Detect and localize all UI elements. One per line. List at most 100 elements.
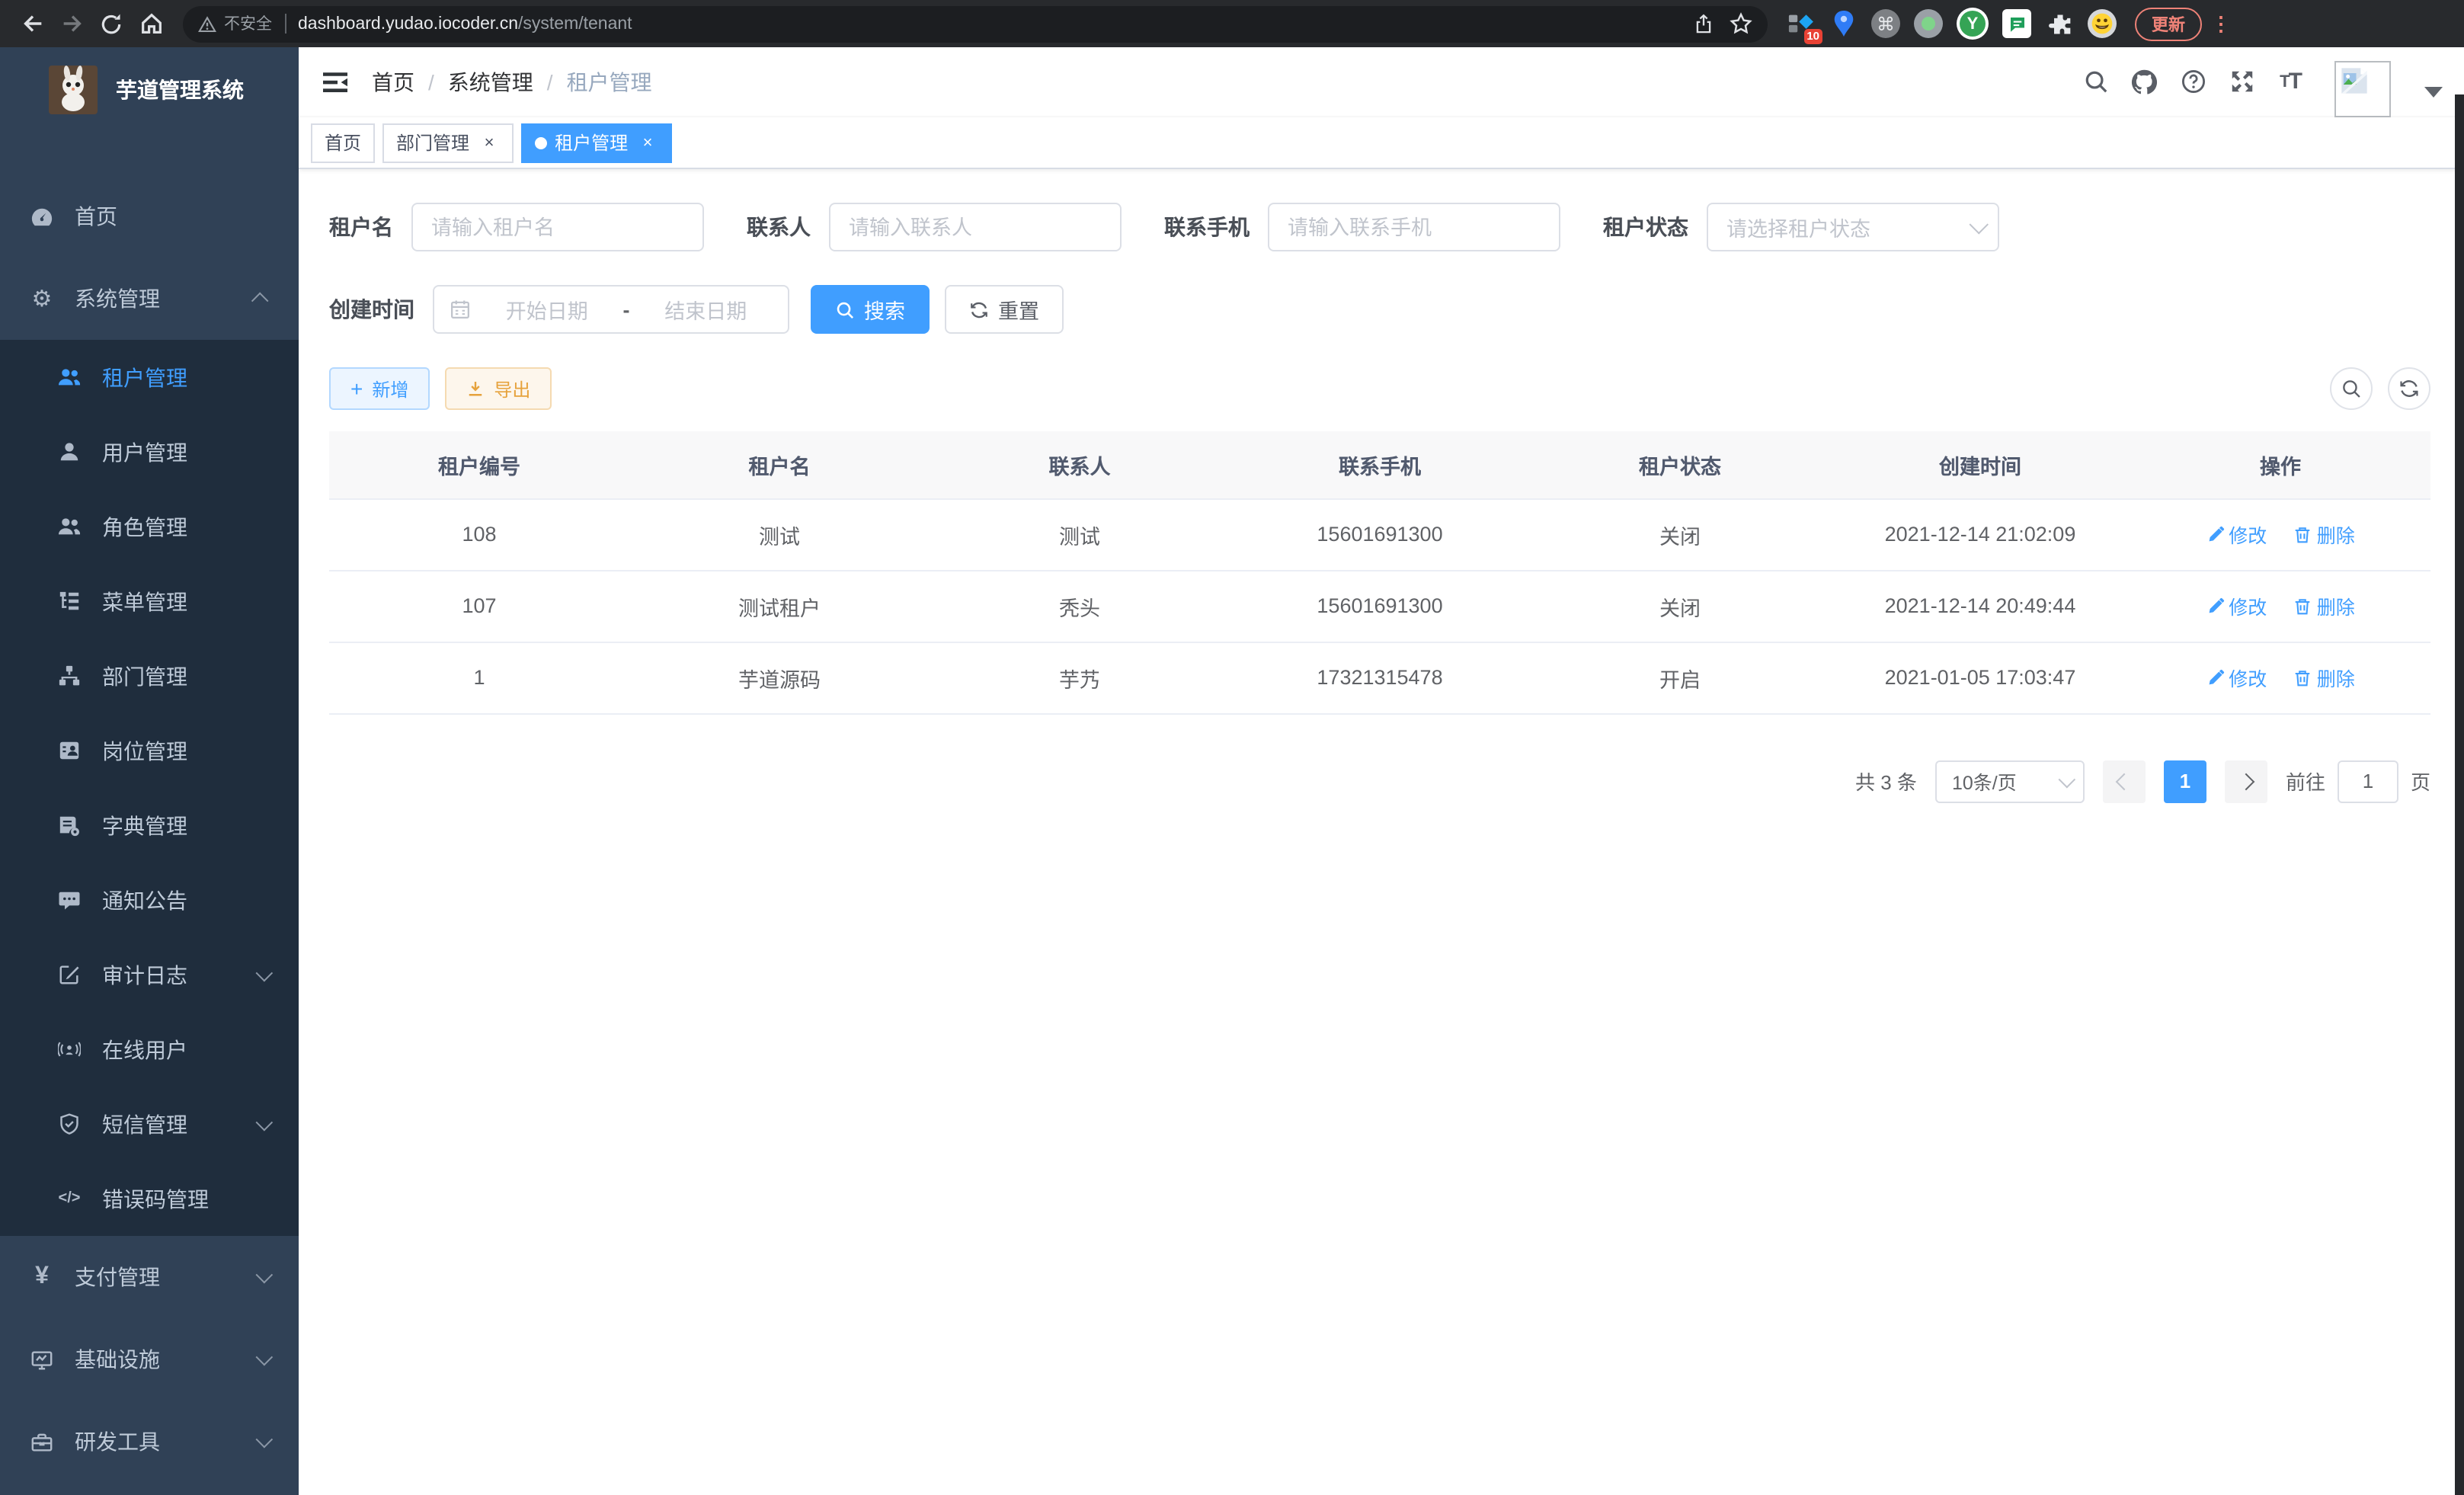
breadcrumb-system[interactable]: 系统管理: [448, 66, 533, 97]
search-icon[interactable]: [2082, 68, 2109, 95]
show-search-toggle-button[interactable]: [2330, 367, 2373, 410]
close-icon[interactable]: ×: [637, 132, 658, 153]
avatar[interactable]: [2334, 61, 2391, 117]
bookmark-star-icon[interactable]: [1730, 12, 1752, 35]
sidebar-item-post[interactable]: 岗位管理: [0, 713, 299, 788]
sidebar-item-menu[interactable]: 菜单管理: [0, 564, 299, 639]
users-icon: [58, 366, 81, 389]
filter-row-2: 创建时间 开始日期 - 结束日期 搜索 重置: [329, 285, 2430, 334]
sidebar-item-user[interactable]: 用户管理: [0, 415, 299, 489]
sidebar-item-online-users[interactable]: 在线用户: [0, 1012, 299, 1087]
extension-blocks-icon[interactable]: 10: [1786, 9, 1815, 38]
edit-icon: [2206, 668, 2224, 687]
breadcrumb: 首页 / 系统管理 / 租户管理: [372, 66, 652, 97]
extension-puzzle-icon[interactable]: [2045, 9, 2074, 38]
sidebar-toggle-icon[interactable]: [320, 66, 350, 97]
edit-icon: [2206, 597, 2224, 615]
page-size-select[interactable]: 10条/页: [1935, 760, 2085, 802]
sidebar-item-tenant[interactable]: 租户管理: [0, 340, 299, 415]
chevron-down-icon: [256, 1349, 274, 1366]
share-icon[interactable]: [1693, 13, 1714, 34]
extension-pin-icon[interactable]: [1829, 9, 1858, 38]
broken-image-icon: [2339, 66, 2370, 96]
date-range-picker[interactable]: 开始日期 - 结束日期: [433, 285, 789, 334]
mobile-input[interactable]: [1268, 203, 1560, 251]
avatar-caret-icon[interactable]: [2424, 87, 2443, 98]
sidebar-item-sms[interactable]: 短信管理: [0, 1087, 299, 1161]
status-select[interactable]: 请选择租户状态: [1707, 203, 1999, 251]
font-size-icon[interactable]: TT: [2277, 68, 2304, 95]
tenant-name-label: 租户名: [329, 212, 393, 242]
fullscreen-icon[interactable]: [2228, 68, 2255, 95]
tab-home[interactable]: 首页: [311, 123, 375, 162]
tab-tenant[interactable]: 租户管理 ×: [521, 123, 672, 162]
toolbox-icon: [30, 1430, 53, 1453]
browser-forward-button[interactable]: [52, 4, 91, 43]
sidebar-item-dept[interactable]: 部门管理: [0, 639, 299, 713]
extension-chat-icon[interactable]: [2002, 9, 2031, 38]
col-tenant-id: 租户编号: [329, 431, 629, 498]
contact-input[interactable]: [829, 203, 1122, 251]
sidebar-item-error-code[interactable]: </> 错误码管理: [0, 1161, 299, 1236]
app-title: 芋道管理系统: [116, 75, 244, 105]
refresh-icon: [2398, 378, 2420, 399]
table-tools: [2330, 367, 2430, 410]
github-icon[interactable]: [2130, 68, 2158, 95]
search-icon: [2341, 378, 2362, 399]
status-label: 租户状态: [1603, 212, 1688, 242]
close-icon[interactable]: ×: [478, 132, 500, 153]
sidebar-item-dict[interactable]: 字典管理: [0, 788, 299, 863]
sidebar-item-infra[interactable]: 基础设施: [0, 1318, 299, 1401]
prev-page-button[interactable]: [2103, 760, 2146, 802]
edit-square-icon: [58, 963, 81, 986]
end-date-placeholder[interactable]: 结束日期: [639, 294, 773, 325]
user-icon: [58, 440, 81, 463]
start-date-placeholder[interactable]: 开始日期: [480, 294, 614, 325]
current-page-button[interactable]: 1: [2164, 760, 2206, 802]
extension-command-icon[interactable]: ⌘: [1871, 9, 1900, 38]
extension-emoji-icon[interactable]: [2088, 9, 2117, 38]
sidebar-item-home[interactable]: 首页: [0, 175, 299, 258]
next-page-button[interactable]: [2225, 760, 2267, 802]
browser-home-button[interactable]: [131, 4, 171, 43]
delete-button[interactable]: 删除: [2294, 591, 2355, 620]
address-bar[interactable]: 不安全 dashboard.yudao.iocoder.cn/system/te…: [183, 5, 1768, 42]
sidebar-item-system[interactable]: ⚙ 系统管理: [0, 258, 299, 340]
table-row: 108 测试 测试 15601691300 关闭 2021-12-14 21:0…: [329, 498, 2430, 570]
delete-button[interactable]: 删除: [2294, 663, 2355, 692]
code-icon: </>: [58, 1187, 81, 1210]
delete-button[interactable]: 删除: [2294, 520, 2355, 549]
reset-button[interactable]: 重置: [945, 285, 1064, 334]
breadcrumb-home[interactable]: 首页: [372, 66, 414, 97]
edit-button[interactable]: 修改: [2206, 591, 2267, 620]
chrome-update-button[interactable]: 更新: [2135, 7, 2202, 40]
extension-y-icon[interactable]: Y: [1957, 8, 1989, 40]
sidebar-item-pay[interactable]: ¥ 支付管理: [0, 1236, 299, 1318]
refresh-table-button[interactable]: [2388, 367, 2430, 410]
browser-reload-button[interactable]: [91, 4, 131, 43]
browser-back-button[interactable]: [12, 4, 52, 43]
goto-page-input[interactable]: [2338, 760, 2398, 802]
message-icon: [58, 888, 81, 911]
chevron-down-icon: [2058, 770, 2075, 788]
plus-icon: +: [350, 378, 363, 399]
tab-dept[interactable]: 部门管理 ×: [382, 123, 514, 162]
add-button[interactable]: + 新增: [329, 367, 430, 410]
app-logo[interactable]: 芋道管理系统: [0, 47, 299, 133]
tenant-name-input[interactable]: [411, 203, 704, 251]
search-icon: [835, 299, 855, 319]
sidebar-item-notice[interactable]: 通知公告: [0, 863, 299, 937]
col-actions: 操作: [2130, 431, 2430, 498]
edit-button[interactable]: 修改: [2206, 663, 2267, 692]
help-icon[interactable]: [2179, 68, 2206, 95]
browser-menu-icon[interactable]: ⋮: [2211, 16, 2231, 31]
search-button[interactable]: 搜索: [811, 285, 930, 334]
edit-button[interactable]: 修改: [2206, 520, 2267, 549]
page-scrollbar[interactable]: [2455, 94, 2464, 1495]
export-button[interactable]: 导出: [445, 367, 552, 410]
extension-dot-icon[interactable]: [1914, 9, 1943, 38]
sidebar-item-role[interactable]: 角色管理: [0, 489, 299, 564]
sidebar-item-dev-tools[interactable]: 研发工具: [0, 1401, 299, 1483]
site-security-indicator[interactable]: 不安全: [198, 12, 272, 35]
sidebar-item-audit-log[interactable]: 审计日志: [0, 937, 299, 1012]
